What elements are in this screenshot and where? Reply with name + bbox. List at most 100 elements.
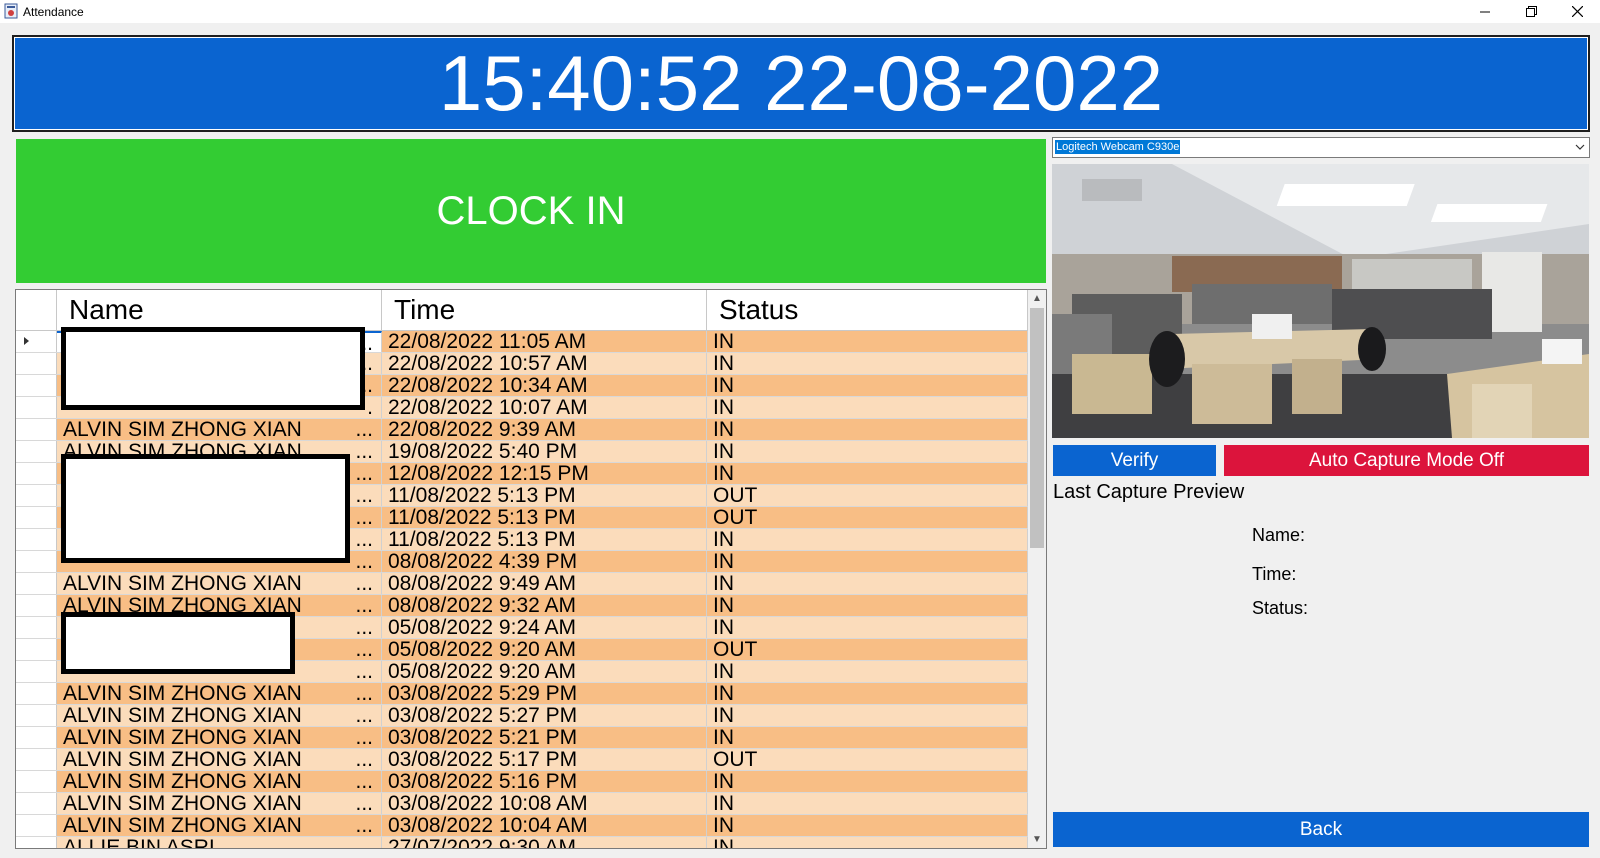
time-cell[interactable]: 22/08/2022 11:05 AM: [382, 331, 707, 352]
row-header[interactable]: [16, 397, 57, 418]
table-row[interactable]: ALVIN SIM ZHONG XIAN... 03/08/2022 5:17 P…: [16, 749, 1028, 771]
time-cell[interactable]: 03/08/2022 10:08 AM: [382, 793, 707, 814]
attendance-grid[interactable]: Name Time Status ...22/08/2022 11:05 AMI…: [15, 289, 1047, 849]
table-row[interactable]: ALVIN SIM ZHONG XIAN... 03/08/2022 5:29 P…: [16, 683, 1028, 705]
row-header[interactable]: [16, 375, 57, 396]
time-cell[interactable]: 11/08/2022 5:13 PM: [382, 485, 707, 506]
row-header[interactable]: [16, 771, 57, 792]
time-cell[interactable]: 03/08/2022 5:16 PM: [382, 771, 707, 792]
status-cell[interactable]: OUT: [707, 507, 1028, 528]
close-button[interactable]: [1554, 0, 1600, 23]
table-row[interactable]: ALVIN SIM ZHONG XIAN... 03/08/2022 5:16 P…: [16, 771, 1028, 793]
status-cell[interactable]: IN: [707, 683, 1028, 704]
status-cell[interactable]: IN: [707, 661, 1028, 682]
row-header[interactable]: [16, 441, 57, 462]
row-header[interactable]: [16, 485, 57, 506]
status-cell[interactable]: IN: [707, 529, 1028, 550]
row-header[interactable]: [16, 529, 57, 550]
table-row[interactable]: ALVIN SIM ZHONG XIAN... 03/08/2022 5:21 P…: [16, 727, 1028, 749]
time-cell[interactable]: 05/08/2022 9:20 AM: [382, 639, 707, 660]
row-header[interactable]: [16, 661, 57, 682]
time-cell[interactable]: 03/08/2022 5:17 PM: [382, 749, 707, 770]
table-row[interactable]: ALVIN SIM ZHONG XIAN... 03/08/2022 5:27 P…: [16, 705, 1028, 727]
column-header-status[interactable]: Status: [707, 290, 1028, 330]
maximize-button[interactable]: [1508, 0, 1554, 23]
status-cell[interactable]: IN: [707, 551, 1028, 572]
column-header-name[interactable]: Name: [57, 290, 382, 330]
time-cell[interactable]: 22/08/2022 10:07 AM: [382, 397, 707, 418]
table-row[interactable]: ALLIE BIN ASRI 27/07/2022 9:30 AM IN: [16, 837, 1028, 848]
time-cell[interactable]: 03/08/2022 5:29 PM: [382, 683, 707, 704]
status-cell[interactable]: IN: [707, 463, 1028, 484]
row-header[interactable]: [16, 507, 57, 528]
row-header[interactable]: [16, 595, 57, 616]
status-cell[interactable]: IN: [707, 441, 1028, 462]
status-cell[interactable]: IN: [707, 573, 1028, 594]
row-header[interactable]: [16, 639, 57, 660]
scroll-down-icon[interactable]: ▼: [1028, 831, 1046, 848]
row-header[interactable]: [16, 705, 57, 726]
table-row[interactable]: ALVIN SIM ZHONG XIAN... 22/08/2022 9:39 A…: [16, 419, 1028, 441]
time-cell[interactable]: 27/07/2022 9:30 AM: [382, 837, 707, 848]
status-cell[interactable]: OUT: [707, 639, 1028, 660]
time-cell[interactable]: 03/08/2022 5:21 PM: [382, 727, 707, 748]
row-header[interactable]: [16, 683, 57, 704]
status-cell[interactable]: IN: [707, 397, 1028, 418]
time-cell[interactable]: 19/08/2022 5:40 PM: [382, 441, 707, 462]
time-cell[interactable]: 11/08/2022 5:13 PM: [382, 507, 707, 528]
status-cell[interactable]: IN: [707, 705, 1028, 726]
clock-in-button[interactable]: CLOCK IN: [16, 139, 1046, 283]
grid-scrollbar[interactable]: ▲ ▼: [1028, 290, 1046, 848]
name-cell[interactable]: ALLIE BIN ASRI: [57, 837, 382, 848]
row-header[interactable]: [16, 793, 57, 814]
name-cell[interactable]: ALVIN SIM ZHONG XIAN...: [57, 419, 382, 440]
name-cell[interactable]: ALVIN SIM ZHONG XIAN...: [57, 793, 382, 814]
row-header[interactable]: [16, 463, 57, 484]
table-row[interactable]: ALVIN SIM ZHONG XIAN... 03/08/2022 10:04 …: [16, 815, 1028, 837]
status-cell[interactable]: IN: [707, 595, 1028, 616]
name-cell[interactable]: ALVIN SIM ZHONG XIAN...: [57, 705, 382, 726]
scroll-up-icon[interactable]: ▲: [1028, 290, 1046, 307]
time-cell[interactable]: 22/08/2022 9:39 AM: [382, 419, 707, 440]
status-cell[interactable]: IN: [707, 837, 1028, 848]
row-header[interactable]: [16, 749, 57, 770]
status-cell[interactable]: IN: [707, 815, 1028, 836]
status-cell[interactable]: IN: [707, 617, 1028, 638]
row-header[interactable]: [16, 837, 57, 848]
row-header[interactable]: [16, 353, 57, 374]
status-cell[interactable]: IN: [707, 771, 1028, 792]
status-cell[interactable]: IN: [707, 331, 1028, 352]
row-header[interactable]: [16, 815, 57, 836]
scroll-thumb[interactable]: [1030, 308, 1044, 548]
name-cell[interactable]: ALVIN SIM ZHONG XIAN...: [57, 683, 382, 704]
time-cell[interactable]: 12/08/2022 12:15 PM: [382, 463, 707, 484]
status-cell[interactable]: IN: [707, 419, 1028, 440]
time-cell[interactable]: 03/08/2022 10:04 AM: [382, 815, 707, 836]
time-cell[interactable]: 05/08/2022 9:20 AM: [382, 661, 707, 682]
status-cell[interactable]: OUT: [707, 485, 1028, 506]
minimize-button[interactable]: [1462, 0, 1508, 23]
name-cell[interactable]: ALVIN SIM ZHONG XIAN...: [57, 749, 382, 770]
name-cell[interactable]: ALVIN SIM ZHONG XIAN...: [57, 727, 382, 748]
verify-button[interactable]: Verify: [1053, 445, 1216, 476]
back-button[interactable]: Back: [1053, 812, 1589, 847]
status-cell[interactable]: IN: [707, 353, 1028, 374]
time-cell[interactable]: 08/08/2022 4:39 PM: [382, 551, 707, 572]
status-cell[interactable]: OUT: [707, 749, 1028, 770]
time-cell[interactable]: 22/08/2022 10:34 AM: [382, 375, 707, 396]
status-cell[interactable]: IN: [707, 727, 1028, 748]
row-header[interactable]: [16, 551, 57, 572]
time-cell[interactable]: 08/08/2022 9:49 AM: [382, 573, 707, 594]
column-header-time[interactable]: Time: [382, 290, 707, 330]
time-cell[interactable]: 08/08/2022 9:32 AM: [382, 595, 707, 616]
status-cell[interactable]: IN: [707, 793, 1028, 814]
name-cell[interactable]: ALVIN SIM ZHONG XIAN...: [57, 771, 382, 792]
row-header[interactable]: [16, 727, 57, 748]
table-row[interactable]: ALVIN SIM ZHONG XIAN... 03/08/2022 10:08 …: [16, 793, 1028, 815]
name-cell[interactable]: ALVIN SIM ZHONG XIAN...: [57, 573, 382, 594]
table-row[interactable]: ALVIN SIM ZHONG XIAN... 08/08/2022 9:49 A…: [16, 573, 1028, 595]
row-header[interactable]: [16, 419, 57, 440]
auto-capture-toggle-button[interactable]: Auto Capture Mode Off: [1224, 445, 1589, 476]
name-cell[interactable]: ALVIN SIM ZHONG XIAN...: [57, 815, 382, 836]
time-cell[interactable]: 11/08/2022 5:13 PM: [382, 529, 707, 550]
